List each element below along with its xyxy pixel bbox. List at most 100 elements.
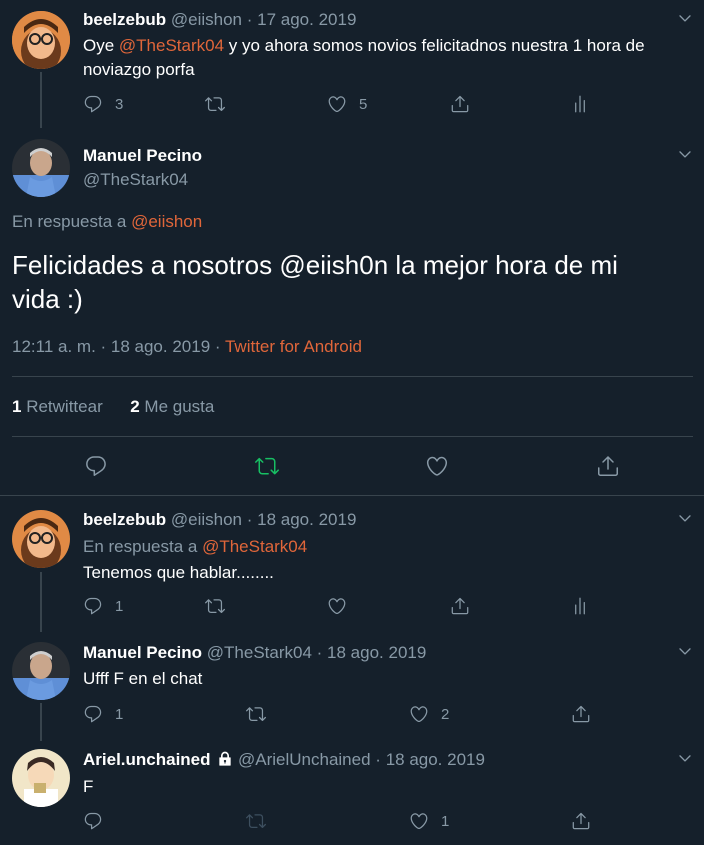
divider xyxy=(12,436,693,437)
thread-line xyxy=(40,703,42,741)
analytics-button[interactable] xyxy=(570,94,590,114)
reply-count: 1 xyxy=(115,705,124,723)
tweet-text: Ufff F en el chat xyxy=(83,669,203,688)
retweet-icon xyxy=(255,454,279,478)
divider xyxy=(12,376,693,377)
retweet-button[interactable] xyxy=(246,704,266,724)
handle[interactable]: @ArielUnchained xyxy=(238,750,371,769)
thread-line xyxy=(40,572,42,632)
like-count: 2 xyxy=(441,705,450,723)
avatar[interactable] xyxy=(12,139,70,197)
reply-icon xyxy=(83,811,103,831)
tweet-text: Tenemos que hablar........ xyxy=(83,563,274,582)
chevron-down-icon[interactable] xyxy=(677,510,693,526)
reply-button[interactable]: 3 xyxy=(83,94,123,114)
handle[interactable]: @eiishon xyxy=(171,510,242,529)
share-button[interactable] xyxy=(571,811,591,831)
lock-icon xyxy=(219,751,231,766)
share-button[interactable] xyxy=(596,454,620,478)
like-button[interactable]: 2 xyxy=(409,704,449,724)
handle[interactable]: @eiishon xyxy=(171,10,242,29)
reply-icon xyxy=(84,454,108,478)
reply-context: En respuesta a @eiishon xyxy=(12,212,203,231)
avatar-image xyxy=(12,642,70,700)
tweet-header: beelzebub @eiishon · 17 ago. 2019 xyxy=(83,10,356,30)
display-name[interactable]: Manuel Pecino xyxy=(83,146,202,166)
reply-icon xyxy=(83,94,103,114)
retweet-button xyxy=(246,811,266,831)
retweet-icon xyxy=(246,811,266,831)
like-button[interactable]: 1 xyxy=(409,811,449,831)
date[interactable]: 18 ago. 2019 xyxy=(386,750,485,769)
retweet-icon xyxy=(205,94,225,114)
retweet-button[interactable] xyxy=(255,454,279,478)
share-button[interactable] xyxy=(571,704,591,724)
chevron-down-icon[interactable] xyxy=(677,10,693,26)
tweet-meta: 12:11 a. m. · 18 ago. 2019 · Twitter for… xyxy=(12,337,362,356)
reply-context: En respuesta a @TheStark04 xyxy=(83,537,308,556)
like-icon xyxy=(425,454,449,478)
source-link[interactable]: Twitter for Android xyxy=(225,337,362,356)
share-icon xyxy=(596,454,620,478)
reply-to-link[interactable]: @eiishon xyxy=(131,212,202,231)
retweets-stat[interactable]: 1 Retwittear xyxy=(12,397,103,416)
avatar[interactable] xyxy=(12,749,70,807)
retweet-button[interactable] xyxy=(205,94,225,114)
like-button[interactable]: 5 xyxy=(327,94,367,114)
mention-link[interactable]: @TheStark04 xyxy=(119,36,224,55)
share-icon xyxy=(450,94,470,114)
display-name[interactable]: beelzebub xyxy=(83,10,166,29)
avatar-image xyxy=(12,11,70,69)
tweet-text: F xyxy=(83,777,94,796)
date[interactable]: 18 ago. 2019 xyxy=(257,510,356,529)
avatar[interactable] xyxy=(12,11,70,69)
retweet-button[interactable] xyxy=(205,596,225,616)
date[interactable]: 17 ago. 2019 xyxy=(257,10,356,29)
reply-icon xyxy=(83,596,103,616)
like-button[interactable] xyxy=(327,596,347,616)
analytics-icon xyxy=(570,94,590,114)
avatar-image xyxy=(12,749,70,807)
handle[interactable]: @TheStark04 xyxy=(207,643,312,662)
share-button[interactable] xyxy=(450,596,470,616)
retweet-icon xyxy=(205,596,225,616)
display-name[interactable]: beelzebub xyxy=(83,510,166,529)
chevron-down-icon[interactable] xyxy=(677,146,693,162)
engagement-stats: 1 Retwittear 2 Me gusta xyxy=(12,397,214,417)
main-tweet-text: Felicidades a nosotros @eiish0n la mejor… xyxy=(12,250,618,314)
reply-button[interactable]: 1 xyxy=(83,704,123,724)
like-count: 5 xyxy=(359,95,368,113)
like-button[interactable] xyxy=(425,454,449,478)
reply-button[interactable] xyxy=(84,454,108,478)
tweet-header: beelzebub @eiishon · 18 ago. 2019 xyxy=(83,510,357,529)
timestamp[interactable]: 12:11 a. m. · 18 ago. 2019 xyxy=(12,337,210,356)
reply-button[interactable]: 1 xyxy=(83,596,123,616)
thread-line xyxy=(40,72,42,128)
reply-to-link[interactable]: @TheStark04 xyxy=(202,537,307,556)
avatar-image xyxy=(12,139,70,197)
avatar-image xyxy=(12,510,70,568)
chevron-down-icon[interactable] xyxy=(677,750,693,766)
date[interactable]: 18 ago. 2019 xyxy=(327,643,426,662)
share-icon xyxy=(571,811,591,831)
share-button[interactable] xyxy=(450,94,470,114)
reply-icon xyxy=(83,704,103,724)
tweet-header: Ariel.unchained @ArielUnchained · 18 ago… xyxy=(83,750,485,769)
like-icon xyxy=(409,811,429,831)
analytics-button[interactable] xyxy=(570,596,590,616)
display-name[interactable]: Ariel.unchained xyxy=(83,750,211,769)
like-icon xyxy=(327,596,347,616)
display-name[interactable]: Manuel Pecino xyxy=(83,643,202,662)
tweet-text: Oye @TheStark04 y yo ahora somos novios … xyxy=(83,36,645,55)
avatar[interactable] xyxy=(12,642,70,700)
separator: · xyxy=(246,10,253,29)
chevron-down-icon[interactable] xyxy=(677,643,693,659)
avatar[interactable] xyxy=(12,510,70,568)
likes-stat[interactable]: 2 Me gusta xyxy=(130,397,214,416)
tweet-header: Manuel Pecino @TheStark04 · 18 ago. 2019 xyxy=(83,643,427,662)
handle[interactable]: @TheStark04 xyxy=(83,170,188,190)
share-icon xyxy=(450,596,470,616)
reply-button[interactable] xyxy=(83,811,103,831)
like-icon xyxy=(327,94,347,114)
share-icon xyxy=(571,704,591,724)
